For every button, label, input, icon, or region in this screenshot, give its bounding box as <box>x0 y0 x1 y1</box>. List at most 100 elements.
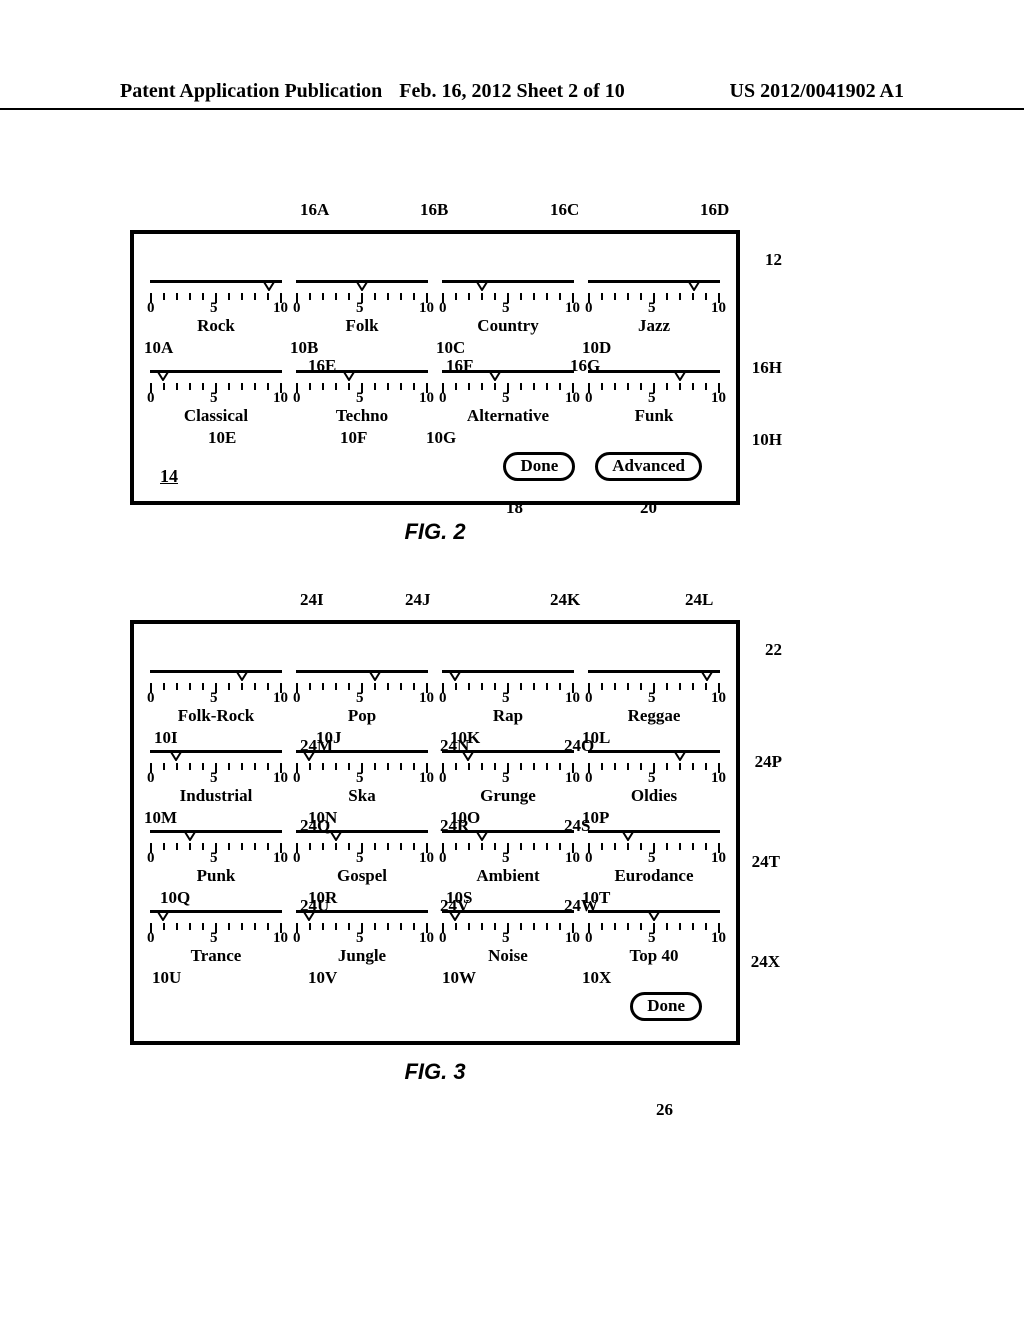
scale-num: 10 <box>419 690 434 707</box>
slider-thumb-icon[interactable] <box>236 671 248 681</box>
scale-num: 10 <box>273 930 288 947</box>
done-button[interactable]: Done <box>630 992 702 1021</box>
slider-thumb-icon[interactable] <box>170 751 182 761</box>
slider-thumb-icon[interactable] <box>330 831 342 841</box>
slider-thumb-icon[interactable] <box>184 831 196 841</box>
advanced-button[interactable]: Advanced <box>595 452 702 481</box>
scale-num: 10 <box>419 930 434 947</box>
slider-track[interactable] <box>442 830 574 842</box>
done-button[interactable]: Done <box>503 452 575 481</box>
callout-16D: 16D <box>700 200 729 220</box>
slider-thumb-icon[interactable] <box>489 371 501 381</box>
slider-track[interactable] <box>442 910 574 922</box>
slider-reggae: 0510Reggae <box>588 670 720 726</box>
slider-track[interactable] <box>150 910 282 922</box>
callout-24I: 24I <box>300 590 324 610</box>
slider-label: Trance <box>150 946 282 966</box>
slider-track[interactable] <box>296 750 428 762</box>
slider-thumb-icon[interactable] <box>303 911 315 921</box>
scale-num: 0 <box>293 930 301 947</box>
slider-scale: 0510 <box>150 390 282 407</box>
scale-num: 0 <box>293 770 301 787</box>
slider-scale: 0510 <box>588 770 720 787</box>
scale-num: 0 <box>147 930 155 947</box>
slider-eurodance: 0510Eurodance <box>588 830 720 886</box>
slider-country: 0510Country <box>442 280 574 336</box>
slider-track[interactable] <box>150 670 282 682</box>
slider-thumb-icon[interactable] <box>449 911 461 921</box>
scale-num: 0 <box>147 390 155 407</box>
scale-num: 0 <box>585 770 593 787</box>
slider-thumb-icon[interactable] <box>622 831 634 841</box>
scale-num: 0 <box>585 690 593 707</box>
callout-24P: 24P <box>755 752 782 772</box>
slider-track[interactable] <box>442 750 574 762</box>
slider-thumb-icon[interactable] <box>356 281 368 291</box>
slider-scale: 0510 <box>296 770 428 787</box>
callout-16C: 16C <box>550 200 579 220</box>
slider-track[interactable] <box>296 670 428 682</box>
scale-num: 5 <box>356 930 364 947</box>
scale-num: 10 <box>273 690 288 707</box>
slider-thumb-icon[interactable] <box>303 751 315 761</box>
scale-num: 5 <box>210 850 218 867</box>
slider-thumb-icon[interactable] <box>648 911 660 921</box>
slider-label: Ambient <box>442 866 574 886</box>
slider-thumb-icon[interactable] <box>157 371 169 381</box>
fig2-row1: 0510Rock0510Folk0510Country0510Jazz <box>150 280 720 336</box>
slider-track[interactable] <box>150 280 282 292</box>
header-rule <box>0 108 1024 110</box>
slider-track[interactable] <box>588 370 720 382</box>
callout-26: 26 <box>656 1100 673 1120</box>
slider-thumb-icon[interactable] <box>263 281 275 291</box>
slider-track[interactable] <box>296 370 428 382</box>
scale-num: 0 <box>147 770 155 787</box>
scale-num: 10 <box>711 770 726 787</box>
scale-num: 5 <box>502 690 510 707</box>
slider-track[interactable] <box>296 910 428 922</box>
slider-track[interactable] <box>150 830 282 842</box>
slider-track[interactable] <box>150 370 282 382</box>
slider-thumb-icon[interactable] <box>476 281 488 291</box>
scale-num: 10 <box>711 690 726 707</box>
slider-thumb-icon[interactable] <box>674 751 686 761</box>
callout-10I: 10I <box>154 728 178 748</box>
slider-thumb-icon[interactable] <box>449 671 461 681</box>
slider-scale: 0510 <box>150 300 282 317</box>
slider-track[interactable] <box>588 830 720 842</box>
slider-pop: 0510Pop <box>296 670 428 726</box>
slider-thumb-icon[interactable] <box>343 371 355 381</box>
slider-track[interactable] <box>442 670 574 682</box>
slider-track[interactable] <box>296 280 428 292</box>
slider-track[interactable] <box>588 750 720 762</box>
slider-thumb-icon[interactable] <box>701 671 713 681</box>
slider-label: Ska <box>296 786 428 806</box>
scale-num: 5 <box>356 850 364 867</box>
scale-num: 5 <box>648 770 656 787</box>
slider-track[interactable] <box>588 280 720 292</box>
slider-track[interactable] <box>442 280 574 292</box>
slider-scale: 0510 <box>150 770 282 787</box>
callout-24T: 24T <box>752 852 780 872</box>
slider-thumb-icon[interactable] <box>157 911 169 921</box>
fig2-panel: 0510Rock0510Folk0510Country0510Jazz 10A … <box>130 230 740 505</box>
slider-track[interactable] <box>588 670 720 682</box>
slider-thumb-icon[interactable] <box>369 671 381 681</box>
slider-thumb-icon[interactable] <box>462 751 474 761</box>
slider-track[interactable] <box>296 830 428 842</box>
slider-label: Folk <box>296 316 428 336</box>
slider-thumb-icon[interactable] <box>688 281 700 291</box>
scale-num: 10 <box>419 390 434 407</box>
slider-scale: 0510 <box>296 390 428 407</box>
slider-track[interactable] <box>442 370 574 382</box>
slider-track[interactable] <box>588 910 720 922</box>
slider-track[interactable] <box>150 750 282 762</box>
scale-num: 0 <box>439 690 447 707</box>
scale-num: 0 <box>439 850 447 867</box>
slider-thumb-icon[interactable] <box>476 831 488 841</box>
scale-num: 5 <box>648 300 656 317</box>
callout-24J: 24J <box>405 590 431 610</box>
scale-num: 10 <box>565 930 580 947</box>
slider-scale: 0510 <box>588 390 720 407</box>
slider-thumb-icon[interactable] <box>674 371 686 381</box>
